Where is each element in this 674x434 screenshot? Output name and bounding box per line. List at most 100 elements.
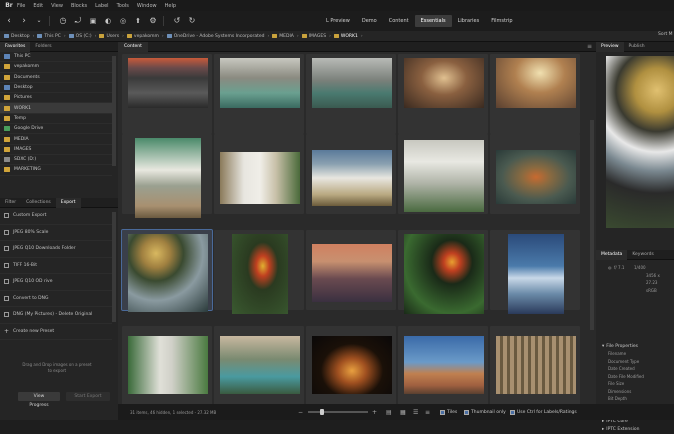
- view-progress-button[interactable]: View Progress: [18, 392, 60, 408]
- thumbnail-cell[interactable]: [490, 134, 580, 214]
- breadcrumb-images[interactable]: IMAGES ›: [301, 34, 331, 39]
- menu-view[interactable]: View: [51, 3, 63, 9]
- thumbnail-cell[interactable]: [214, 54, 304, 134]
- workspace-tab-filmstrip[interactable]: Filmstrip: [485, 15, 518, 27]
- breadcrumb-work1[interactable]: WORK1 ›: [333, 34, 363, 39]
- folder-item-documents[interactable]: Documents: [0, 73, 112, 83]
- menu-window[interactable]: Window: [137, 3, 157, 9]
- folder-item-marketing[interactable]: MARKETING: [0, 165, 112, 176]
- menu-blocks[interactable]: Blocks: [71, 3, 87, 9]
- start-export-button[interactable]: Start Export: [66, 392, 110, 401]
- folder-item-media[interactable]: MEDIA: [0, 134, 112, 145]
- back-icon[interactable]: ‹: [3, 15, 15, 27]
- menu-file[interactable]: File: [17, 3, 25, 9]
- folder-item-images[interactable]: IMAGES: [0, 145, 112, 155]
- list-view-icon[interactable]: ☰: [413, 409, 418, 416]
- grid-view-icon[interactable]: ▦: [400, 409, 406, 416]
- workspace-tab-l-preview[interactable]: L Preview: [320, 15, 356, 27]
- thumbnail-cell[interactable]: [306, 134, 396, 214]
- menu-tools[interactable]: Tools: [117, 3, 129, 9]
- thumbnail-cell[interactable]: [306, 326, 396, 406]
- export-preset-convert-dng[interactable]: Convert to DNG: [0, 291, 112, 307]
- menu-edit[interactable]: Edit: [33, 3, 43, 9]
- breadcrumb-media[interactable]: MEDIA ›: [272, 34, 299, 39]
- workspace-tab-essentials[interactable]: Essentials: [414, 15, 452, 27]
- lock-icon[interactable]: ▤: [386, 409, 392, 416]
- folder-item-this-pc[interactable]: This PC: [0, 52, 112, 63]
- tab-export[interactable]: Export: [55, 197, 81, 208]
- folder-item-pictures[interactable]: Pictures: [0, 93, 112, 104]
- zoom-in-icon[interactable]: +: [372, 409, 377, 416]
- rotate-left-icon[interactable]: ↺: [171, 15, 183, 27]
- folder-item-work1[interactable]: WORK1: [0, 103, 112, 114]
- tab-content[interactable]: Content: [118, 41, 148, 52]
- folder-item-vepakomm[interactable]: vepakomm: [0, 62, 112, 73]
- ctrl-labels-checkbox[interactable]: Use Ctrl for Labels/Ratings: [510, 409, 577, 415]
- export-preset-jpeg-80[interactable]: JPEG 80% Scale: [0, 225, 112, 241]
- export-preset-tiff-16[interactable]: TIFF 16-Bit: [0, 258, 112, 274]
- menu-help[interactable]: Help: [165, 3, 176, 9]
- iptc-extension-header[interactable]: ▸ IPTC Extension: [596, 426, 674, 434]
- thumbnail-cell[interactable]: [490, 230, 580, 314]
- breadcrumb-onedrive[interactable]: OneDrive - Adobe Systems Incorporated ›: [166, 34, 269, 39]
- thumbnail-cell[interactable]: [214, 230, 304, 314]
- thumbnail-cell[interactable]: [306, 230, 396, 310]
- thumbnail-cell[interactable]: [122, 134, 212, 218]
- folder-item-google-drive[interactable]: Google Drive: [0, 124, 112, 135]
- thumbnail-cell[interactable]: [122, 54, 212, 134]
- details-view-icon[interactable]: ≡: [425, 409, 430, 416]
- tab-favorites[interactable]: Favorites: [0, 41, 31, 52]
- export-preset-jpeg-q10-downloads[interactable]: JPEG Q10 Downloads Folder: [0, 241, 112, 258]
- tiles-checkbox[interactable]: Tiles: [440, 409, 457, 415]
- workspace-tab-content[interactable]: Content: [383, 15, 415, 27]
- breadcrumb-vepakomm[interactable]: vepakomm ›: [126, 34, 164, 39]
- thumbnail-cell[interactable]: [398, 134, 488, 214]
- sort-label[interactable]: Sort M: [658, 32, 673, 37]
- thumbnail-cell[interactable]: [490, 54, 580, 134]
- forward-icon[interactable]: ›: [18, 15, 30, 27]
- thumbnail-cell[interactable]: [214, 326, 304, 406]
- settings-icon[interactable]: ⚙: [147, 15, 159, 27]
- thumbnail-cell[interactable]: [398, 54, 488, 134]
- tab-collections[interactable]: Collections: [21, 198, 56, 208]
- tab-preview[interactable]: Preview: [596, 41, 624, 52]
- breadcrumb-desktop[interactable]: Desktop ›: [4, 34, 34, 39]
- export-preset-jpeg-q10-odrive[interactable]: JPEG Q10 OD rive: [0, 274, 112, 291]
- refine-icon[interactable]: ◐: [102, 15, 114, 27]
- tab-folders[interactable]: Folders: [30, 42, 56, 52]
- folder-list-scrollbar[interactable]: [112, 56, 116, 166]
- folder-item-sdxc[interactable]: SDXC (D:): [0, 155, 112, 166]
- content-scrollbar[interactable]: [590, 120, 594, 330]
- return-icon[interactable]: ⤾: [72, 15, 84, 27]
- thumbnail-cell[interactable]: [490, 326, 580, 406]
- file-properties-header[interactable]: ▾ File Properties: [596, 342, 674, 350]
- folder-item-desktop[interactable]: Desktop: [0, 83, 112, 94]
- export-preset-dng-delete[interactable]: DNG (My Pictures) - Delete Original: [0, 307, 112, 324]
- output-icon[interactable]: ⬆: [132, 15, 144, 27]
- panel-menu-icon[interactable]: ≡: [587, 43, 592, 50]
- workspace-tab-demo[interactable]: Demo: [356, 15, 383, 27]
- create-new-preset[interactable]: + Create new Preset: [0, 324, 112, 340]
- zoom-out-icon[interactable]: −: [298, 409, 303, 416]
- thumbnail-size-slider[interactable]: [308, 409, 368, 415]
- thumbnail-cell[interactable]: [122, 326, 212, 406]
- get-photos-icon[interactable]: ▣: [87, 15, 99, 27]
- slider-handle[interactable]: [320, 409, 324, 415]
- recent-dropdown-icon[interactable]: ⌄: [33, 15, 45, 27]
- thumbnail-cell[interactable]: [398, 230, 488, 314]
- rotate-right-icon[interactable]: ↻: [186, 15, 198, 27]
- menu-label[interactable]: Label: [95, 3, 109, 9]
- thumbnail-cell[interactable]: [306, 54, 396, 134]
- export-preset-custom[interactable]: Custom Export: [0, 208, 112, 225]
- breadcrumb-os-c[interactable]: OS (C:) ›: [68, 34, 96, 39]
- tab-publish[interactable]: Publish: [624, 42, 650, 52]
- workspace-tab-libraries[interactable]: Libraries: [452, 15, 486, 27]
- breadcrumb-this-pc[interactable]: This PC ›: [37, 34, 66, 39]
- tab-filter[interactable]: Filter: [0, 198, 21, 208]
- thumbnail-only-checkbox[interactable]: Thumbnail only: [464, 409, 506, 415]
- open-in-camera-raw-icon[interactable]: ◎: [117, 15, 129, 27]
- tab-metadata[interactable]: Metadata: [596, 249, 628, 260]
- breadcrumb-users[interactable]: Users ›: [99, 34, 124, 39]
- thumbnail-cell-selected[interactable]: [121, 229, 213, 312]
- recent-files-icon[interactable]: ◷: [57, 15, 69, 27]
